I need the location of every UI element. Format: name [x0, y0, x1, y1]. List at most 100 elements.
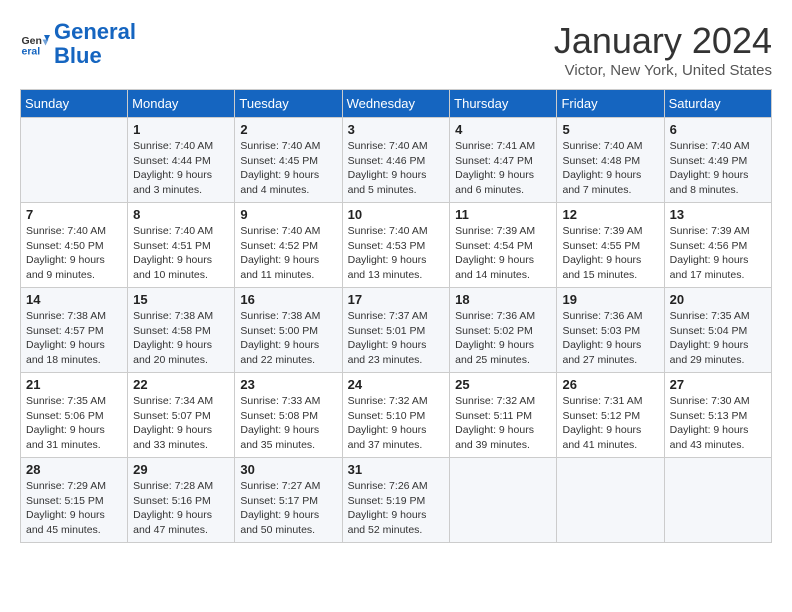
day-cell: 14 Sunrise: 7:38 AMSunset: 4:57 PMDaylig… [21, 288, 128, 373]
day-cell: 13 Sunrise: 7:39 AMSunset: 4:56 PMDaylig… [664, 203, 771, 288]
day-info: Sunrise: 7:39 AMSunset: 4:56 PMDaylight:… [670, 224, 766, 283]
day-cell: 6 Sunrise: 7:40 AMSunset: 4:49 PMDayligh… [664, 118, 771, 203]
day-cell: 12 Sunrise: 7:39 AMSunset: 4:55 PMDaylig… [557, 203, 664, 288]
day-info: Sunrise: 7:32 AMSunset: 5:11 PMDaylight:… [455, 394, 551, 453]
day-info: Sunrise: 7:40 AMSunset: 4:53 PMDaylight:… [348, 224, 445, 283]
column-header-sunday: Sunday [21, 90, 128, 118]
day-cell: 9 Sunrise: 7:40 AMSunset: 4:52 PMDayligh… [235, 203, 342, 288]
week-row-2: 7 Sunrise: 7:40 AMSunset: 4:50 PMDayligh… [21, 203, 772, 288]
day-info: Sunrise: 7:35 AMSunset: 5:06 PMDaylight:… [26, 394, 122, 453]
day-info: Sunrise: 7:41 AMSunset: 4:47 PMDaylight:… [455, 139, 551, 198]
day-cell: 21 Sunrise: 7:35 AMSunset: 5:06 PMDaylig… [21, 373, 128, 458]
day-number: 11 [455, 207, 551, 222]
column-header-saturday: Saturday [664, 90, 771, 118]
day-cell: 29 Sunrise: 7:28 AMSunset: 5:16 PMDaylig… [128, 458, 235, 543]
day-number: 29 [133, 462, 229, 477]
day-cell: 3 Sunrise: 7:40 AMSunset: 4:46 PMDayligh… [342, 118, 450, 203]
week-row-1: 1 Sunrise: 7:40 AMSunset: 4:44 PMDayligh… [21, 118, 772, 203]
day-number: 12 [562, 207, 658, 222]
location-title: Victor, New York, United States [554, 62, 772, 79]
day-cell: 20 Sunrise: 7:35 AMSunset: 5:04 PMDaylig… [664, 288, 771, 373]
day-info: Sunrise: 7:40 AMSunset: 4:45 PMDaylight:… [240, 139, 336, 198]
day-number: 3 [348, 122, 445, 137]
day-number: 9 [240, 207, 336, 222]
day-cell: 30 Sunrise: 7:27 AMSunset: 5:17 PMDaylig… [235, 458, 342, 543]
day-number: 16 [240, 292, 336, 307]
day-number: 27 [670, 377, 766, 392]
day-cell: 28 Sunrise: 7:29 AMSunset: 5:15 PMDaylig… [21, 458, 128, 543]
day-number: 19 [562, 292, 658, 307]
day-number: 14 [26, 292, 122, 307]
day-info: Sunrise: 7:35 AMSunset: 5:04 PMDaylight:… [670, 309, 766, 368]
day-number: 1 [133, 122, 229, 137]
day-cell: 15 Sunrise: 7:38 AMSunset: 4:58 PMDaylig… [128, 288, 235, 373]
day-info: Sunrise: 7:36 AMSunset: 5:02 PMDaylight:… [455, 309, 551, 368]
day-info: Sunrise: 7:40 AMSunset: 4:50 PMDaylight:… [26, 224, 122, 283]
title-section: January 2024 Victor, New York, United St… [554, 20, 772, 79]
day-info: Sunrise: 7:36 AMSunset: 5:03 PMDaylight:… [562, 309, 658, 368]
day-cell [450, 458, 557, 543]
day-info: Sunrise: 7:39 AMSunset: 4:54 PMDaylight:… [455, 224, 551, 283]
day-number: 31 [348, 462, 445, 477]
day-number: 4 [455, 122, 551, 137]
day-number: 22 [133, 377, 229, 392]
day-info: Sunrise: 7:40 AMSunset: 4:52 PMDaylight:… [240, 224, 336, 283]
day-info: Sunrise: 7:30 AMSunset: 5:13 PMDaylight:… [670, 394, 766, 453]
day-info: Sunrise: 7:40 AMSunset: 4:46 PMDaylight:… [348, 139, 445, 198]
column-header-thursday: Thursday [450, 90, 557, 118]
day-cell: 17 Sunrise: 7:37 AMSunset: 5:01 PMDaylig… [342, 288, 450, 373]
day-number: 6 [670, 122, 766, 137]
day-info: Sunrise: 7:38 AMSunset: 5:00 PMDaylight:… [240, 309, 336, 368]
day-number: 2 [240, 122, 336, 137]
svg-text:eral: eral [22, 46, 41, 58]
day-number: 7 [26, 207, 122, 222]
day-cell: 27 Sunrise: 7:30 AMSunset: 5:13 PMDaylig… [664, 373, 771, 458]
day-cell: 19 Sunrise: 7:36 AMSunset: 5:03 PMDaylig… [557, 288, 664, 373]
day-number: 17 [348, 292, 445, 307]
day-cell: 25 Sunrise: 7:32 AMSunset: 5:11 PMDaylig… [450, 373, 557, 458]
logo-text: General Blue [54, 20, 136, 68]
day-number: 24 [348, 377, 445, 392]
day-info: Sunrise: 7:40 AMSunset: 4:51 PMDaylight:… [133, 224, 229, 283]
day-cell [557, 458, 664, 543]
day-info: Sunrise: 7:39 AMSunset: 4:55 PMDaylight:… [562, 224, 658, 283]
column-header-tuesday: Tuesday [235, 90, 342, 118]
day-number: 8 [133, 207, 229, 222]
day-number: 28 [26, 462, 122, 477]
day-number: 13 [670, 207, 766, 222]
day-info: Sunrise: 7:40 AMSunset: 4:48 PMDaylight:… [562, 139, 658, 198]
logo-icon: Gen eral [20, 29, 50, 59]
day-info: Sunrise: 7:28 AMSunset: 5:16 PMDaylight:… [133, 479, 229, 538]
day-number: 23 [240, 377, 336, 392]
day-cell: 24 Sunrise: 7:32 AMSunset: 5:10 PMDaylig… [342, 373, 450, 458]
day-number: 21 [26, 377, 122, 392]
day-cell: 5 Sunrise: 7:40 AMSunset: 4:48 PMDayligh… [557, 118, 664, 203]
day-number: 20 [670, 292, 766, 307]
week-row-3: 14 Sunrise: 7:38 AMSunset: 4:57 PMDaylig… [21, 288, 772, 373]
day-cell: 16 Sunrise: 7:38 AMSunset: 5:00 PMDaylig… [235, 288, 342, 373]
day-cell: 11 Sunrise: 7:39 AMSunset: 4:54 PMDaylig… [450, 203, 557, 288]
header-row: SundayMondayTuesdayWednesdayThursdayFrid… [21, 90, 772, 118]
day-info: Sunrise: 7:31 AMSunset: 5:12 PMDaylight:… [562, 394, 658, 453]
day-number: 15 [133, 292, 229, 307]
week-row-5: 28 Sunrise: 7:29 AMSunset: 5:15 PMDaylig… [21, 458, 772, 543]
page-header: Gen eral General Blue January 2024 Victo… [20, 20, 772, 79]
day-cell: 1 Sunrise: 7:40 AMSunset: 4:44 PMDayligh… [128, 118, 235, 203]
day-cell: 23 Sunrise: 7:33 AMSunset: 5:08 PMDaylig… [235, 373, 342, 458]
logo-general: General [54, 19, 136, 44]
day-cell: 4 Sunrise: 7:41 AMSunset: 4:47 PMDayligh… [450, 118, 557, 203]
day-cell: 26 Sunrise: 7:31 AMSunset: 5:12 PMDaylig… [557, 373, 664, 458]
day-info: Sunrise: 7:38 AMSunset: 4:58 PMDaylight:… [133, 309, 229, 368]
day-info: Sunrise: 7:34 AMSunset: 5:07 PMDaylight:… [133, 394, 229, 453]
day-number: 5 [562, 122, 658, 137]
day-cell: 8 Sunrise: 7:40 AMSunset: 4:51 PMDayligh… [128, 203, 235, 288]
day-info: Sunrise: 7:32 AMSunset: 5:10 PMDaylight:… [348, 394, 445, 453]
day-cell [664, 458, 771, 543]
day-number: 30 [240, 462, 336, 477]
column-header-friday: Friday [557, 90, 664, 118]
day-cell: 10 Sunrise: 7:40 AMSunset: 4:53 PMDaylig… [342, 203, 450, 288]
day-cell: 18 Sunrise: 7:36 AMSunset: 5:02 PMDaylig… [450, 288, 557, 373]
logo-blue: Blue [54, 43, 102, 68]
day-info: Sunrise: 7:40 AMSunset: 4:44 PMDaylight:… [133, 139, 229, 198]
calendar-table: SundayMondayTuesdayWednesdayThursdayFrid… [20, 89, 772, 543]
